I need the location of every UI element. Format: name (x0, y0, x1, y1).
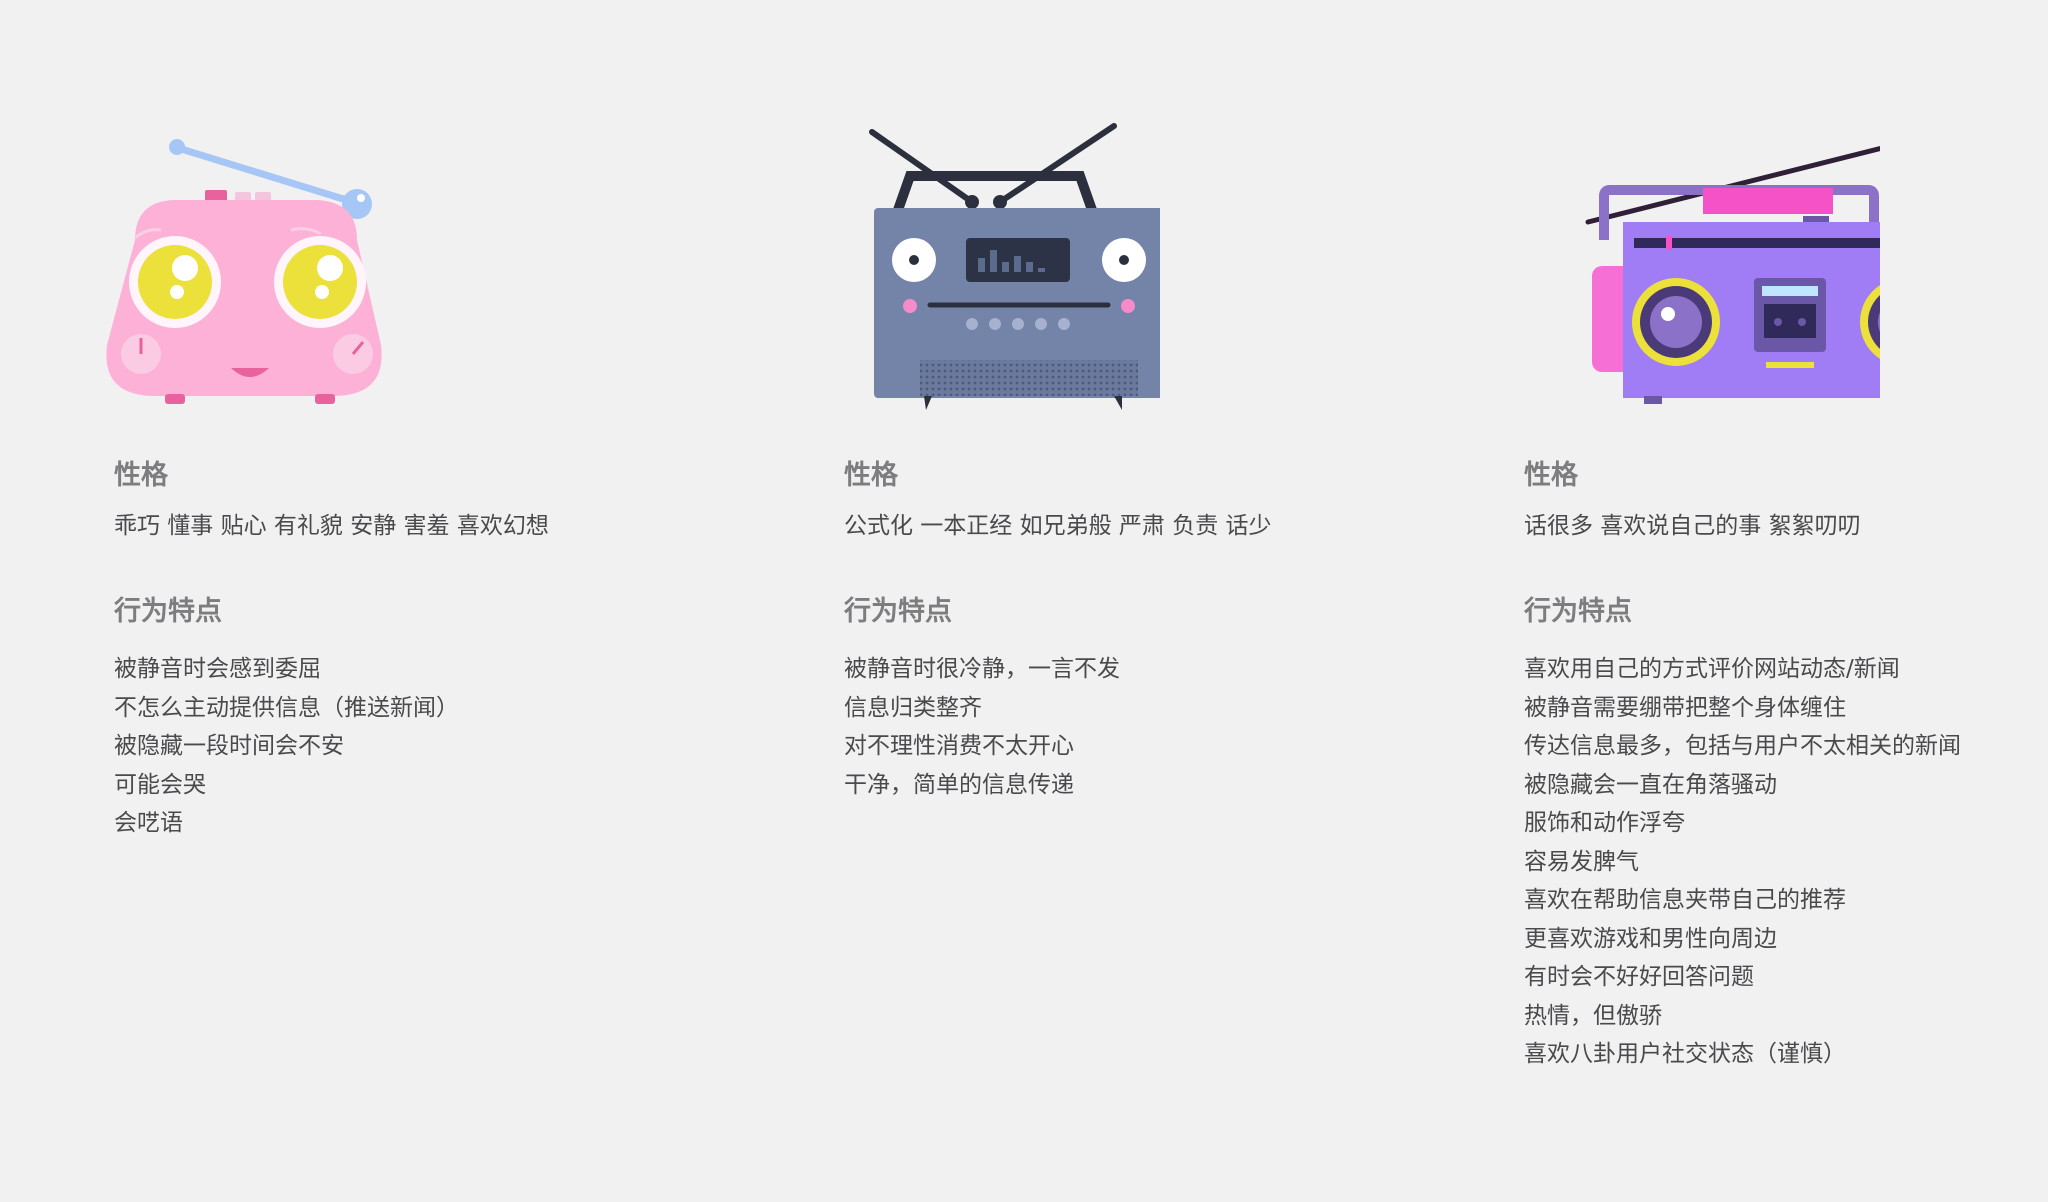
behavior-list: 喜欢用自己的方式评价网站动态/新闻 被静音需要绷带把整个身体缠住 传达信息最多，… (1524, 650, 2048, 1074)
list-item: 有时会不好好回答问题 (1524, 964, 1754, 990)
list-item: 更喜欢游戏和男性向周边 (1524, 925, 1777, 952)
list-item: 可能会哭 (114, 771, 206, 798)
list-item: 被静音时会感到委屈 (114, 656, 321, 682)
character-card-purple-boombox: 性格 话很多 喜欢说自己的事 絮絮叨叨 行为特点 喜欢用自己的方式评价网站动态/… (1410, 0, 2010, 1202)
list-item: 传达信息最多，包括与用户不太相关的新闻 (1524, 733, 1961, 759)
list-item: 会呓语 (114, 810, 183, 836)
list-item: 服饰和动作浮夸 (1524, 810, 1685, 836)
list-item: 被隐藏会一直在角落骚动 (1524, 771, 1777, 798)
personality-heading: 性格 (844, 460, 898, 491)
behavior-heading: 行为特点 (844, 596, 952, 627)
pink-radio-icon (106, 139, 382, 404)
personality-heading: 性格 (114, 460, 168, 491)
list-item: 不怎么主动提供信息（推送新闻） (114, 694, 459, 721)
character-description: 性格 话很多 喜欢说自己的事 絮絮叨叨 行为特点 喜欢用自己的方式评价网站动态/… (1524, 456, 2048, 1074)
personality-traits: 公式化 一本正经 如兄弟般 严肃 负责 话少 (844, 513, 1272, 539)
behavior-heading: 行为特点 (114, 596, 222, 627)
character-card-gray-radio: 性格 公式化 一本正经 如兄弟般 严肃 负责 话少 行为特点 被静音时很冷静，一… (730, 0, 1330, 1202)
list-item: 对不理性消费不太开心 (844, 733, 1074, 759)
behavior-list: 被静音时会感到委屈 不怎么主动提供信息（推送新闻） 被隐藏一段时间会不安 可能会… (114, 650, 674, 843)
personality-traits: 话很多 喜欢说自己的事 絮絮叨叨 (1524, 513, 1861, 539)
list-item: 被静音需要绷带把整个身体缠住 (1524, 694, 1846, 721)
list-item: 信息归类整齐 (844, 694, 982, 721)
list-item: 热情，但傲骄 (1524, 1002, 1662, 1029)
purple-boombox-icon (1585, 145, 1880, 404)
list-item: 喜欢用自己的方式评价网站动态/新闻 (1524, 656, 1900, 682)
list-item: 喜欢八卦用户社交状态（谨慎） (1524, 1041, 1846, 1067)
list-item: 喜欢在帮助信息夹带自己的推荐 (1524, 887, 1846, 913)
gray-radio-icon (869, 123, 1160, 410)
behavior-heading: 行为特点 (1524, 596, 1632, 627)
personality-traits: 乖巧 懂事 贴心 有礼貌 安静 害羞 喜欢幻想 (114, 513, 549, 539)
personality-heading: 性格 (1524, 460, 1578, 491)
character-description: 性格 公式化 一本正经 如兄弟般 严肃 负责 话少 行为特点 被静音时很冷静，一… (844, 456, 1404, 804)
behavior-list: 被静音时很冷静，一言不发 信息归类整齐 对不理性消费不太开心 干净，简单的信息传… (844, 650, 1404, 804)
list-item: 容易发脾气 (1524, 848, 1639, 875)
character-card-pink-radio: 性格 乖巧 懂事 贴心 有礼貌 安静 害羞 喜欢幻想 行为特点 被静音时会感到委… (0, 0, 600, 1202)
list-item: 被静音时很冷静，一言不发 (844, 656, 1120, 682)
list-item: 干净，简单的信息传递 (844, 771, 1074, 798)
list-item: 被隐藏一段时间会不安 (114, 733, 344, 759)
character-description: 性格 乖巧 懂事 贴心 有礼貌 安静 害羞 喜欢幻想 行为特点 被静音时会感到委… (114, 456, 674, 843)
